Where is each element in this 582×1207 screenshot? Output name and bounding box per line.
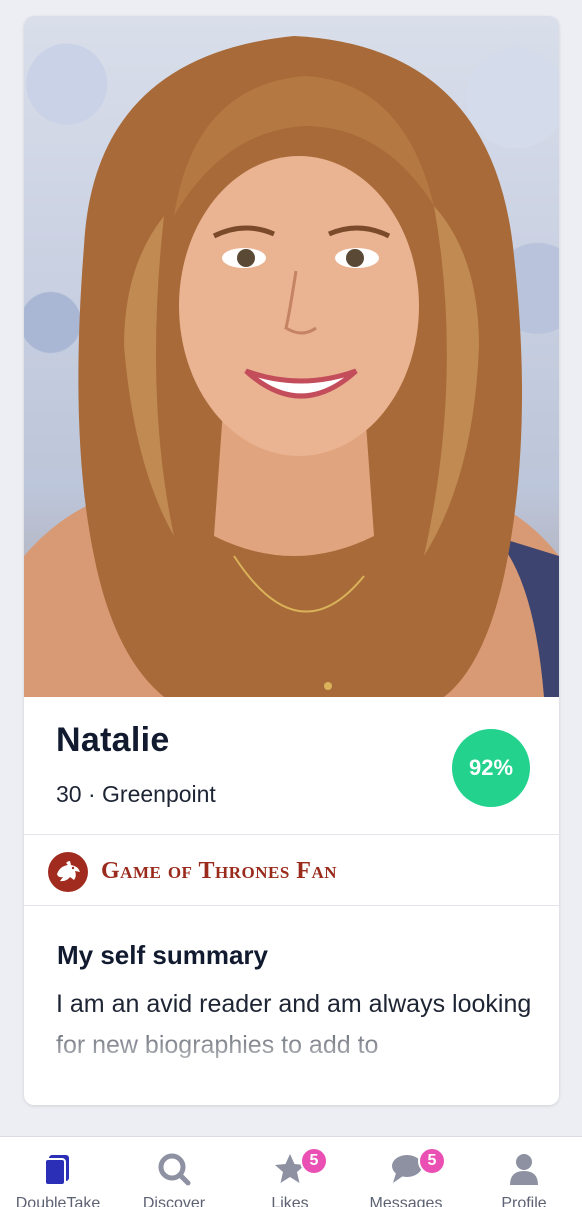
match-percentage-badge[interactable]: 92% [452,729,530,807]
profile-photo[interactable] [24,16,559,697]
fan-badge[interactable]: Game of Thrones Fan [24,836,559,906]
likes-count-badge: 5 [300,1147,328,1175]
profile-age-location: 30 · Greenpoint [56,781,216,807]
summary-fade-overlay [24,1032,559,1082]
dragon-icon [48,852,88,892]
messages-count-badge: 5 [418,1147,446,1175]
tab-label-likes: Likes [271,1195,309,1207]
profile-info: Natalie 30 · Greenpoint 92% [24,697,559,835]
profile-photo-illustration [24,36,559,697]
tab-label-messages: Messages [369,1195,443,1207]
tab-label-discover: Discover [142,1195,206,1207]
self-summary-title: My self summary [57,940,268,970]
tab-doubletake[interactable]: DoubleTake [0,1137,116,1207]
tab-likes[interactable]: 5 Likes [232,1137,348,1207]
tab-profile[interactable]: Profile [466,1137,582,1207]
tab-label-profile: Profile [501,1195,547,1207]
person-icon [504,1151,544,1187]
doubletake-icon [38,1151,78,1187]
search-icon [154,1151,194,1187]
self-summary-section[interactable]: My self summary I am an avid reader and … [24,906,559,1105]
bottom-tab-bar: DoubleTake Discover 5 Likes 5 Messages P… [0,1136,582,1207]
tab-messages[interactable]: 5 Messages [348,1137,464,1207]
tab-discover[interactable]: Discover [116,1137,232,1207]
profile-name: Natalie [56,721,170,759]
profile-card: Natalie 30 · Greenpoint 92% Game of Thro… [24,16,559,1105]
fan-badge-label: Game of Thrones Fan [101,858,338,884]
tab-label-doubletake: DoubleTake [15,1195,101,1207]
